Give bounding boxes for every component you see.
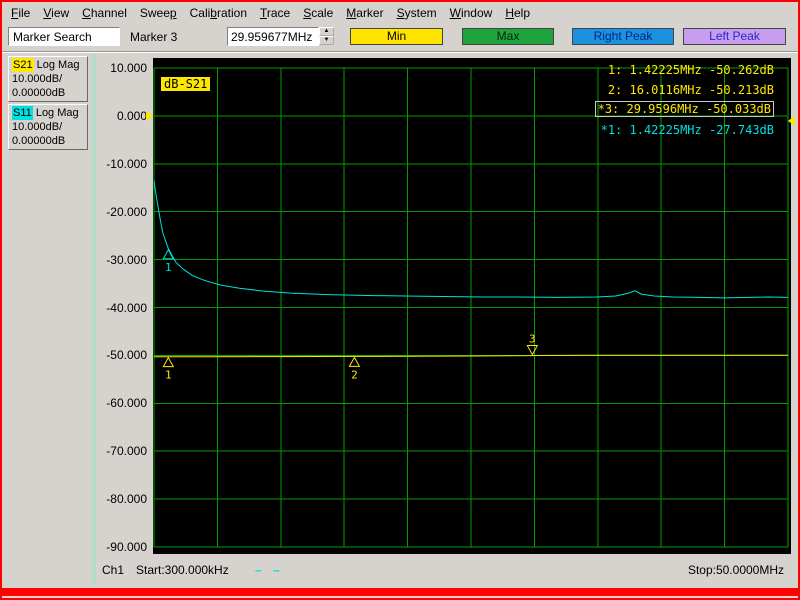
- marker-readout-2: 2: 16.0116MHz -50.213dB: [608, 83, 774, 97]
- marker-s21-3-triangle[interactable]: [527, 346, 537, 355]
- menu-bar: File View Channel Sweep Calibration Trace Scal…: [2, 2, 798, 24]
- marker-s21-2-triangle[interactable]: [349, 357, 359, 366]
- trace-info-s21[interactable]: S21 Log Mag10.000dB/0.00000dB: [8, 56, 88, 102]
- y-axis-tick-label: -20.000: [97, 205, 147, 219]
- y-axis-tick-label: -40.000: [97, 301, 147, 315]
- channel-label: Ch1: [102, 563, 124, 577]
- spinner-up-button[interactable]: ▲: [319, 27, 334, 36]
- marker-frequency-input[interactable]: [227, 27, 319, 46]
- menu-item-view[interactable]: View: [43, 6, 69, 20]
- trace-name-chip: S21: [12, 58, 34, 72]
- grid-lines: [154, 68, 788, 547]
- ref-level-pointer-right: [788, 116, 795, 126]
- trace-info-s11[interactable]: S11 Log Mag10.000dB/0.00000dB: [8, 104, 88, 150]
- trace-scale-value: 10.000dB/: [12, 72, 84, 86]
- trace-scale-value: 10.000dB/: [12, 120, 84, 134]
- menu-item-sweep[interactable]: Sweep: [140, 6, 177, 20]
- left-peak-button[interactable]: Left Peak: [683, 28, 786, 45]
- right-peak-button[interactable]: Right Peak: [572, 28, 674, 45]
- toolbar: Marker Search Marker 3 ▲ ▼ Min Max Right P…: [2, 24, 798, 51]
- splitter-handle[interactable]: [92, 54, 96, 584]
- frequency-spinner: ▲ ▼: [319, 27, 334, 46]
- y-axis-tick-label: -10.000: [97, 157, 147, 171]
- menu-item-help[interactable]: Help: [505, 6, 530, 20]
- spinner-down-button[interactable]: ▼: [319, 36, 334, 45]
- marker-search-dropdown[interactable]: Marker Search: [8, 27, 120, 46]
- trace-name-chip: S11: [12, 106, 33, 120]
- marker-readout-4: *1: 1.42225MHz -27.743dB: [601, 123, 774, 137]
- y-axis-tick-label: -30.000: [97, 253, 147, 267]
- trace-ref-value: 0.00000dB: [12, 134, 84, 148]
- start-frequency-label: Start:300.000kHz: [136, 563, 229, 577]
- menu-item-system[interactable]: System: [397, 6, 437, 20]
- bottom-red-bar: [2, 588, 798, 596]
- marker-s21-2-number: 2: [351, 368, 358, 381]
- marker-s21-1-triangle[interactable]: [163, 358, 173, 367]
- y-axis-tick-label: -90.000: [97, 540, 147, 554]
- toolbar-separator: [2, 51, 798, 53]
- menu-item-trace[interactable]: Trace: [260, 6, 290, 20]
- menu-item-marker[interactable]: Marker: [346, 6, 383, 20]
- y-axis-tick-label: -70.000: [97, 444, 147, 458]
- ref-level-pointer-left: [146, 111, 153, 121]
- menu-item-channel[interactable]: Channel: [82, 6, 127, 20]
- marker-s21-3-number: 3: [529, 333, 536, 346]
- y-axis-tick-label: 0.000: [97, 109, 147, 123]
- menu-item-window[interactable]: Window: [450, 6, 493, 20]
- marker-s11-1-number: 1: [165, 261, 172, 274]
- y-axis-tick-label: -80.000: [97, 492, 147, 506]
- vna-application-window: File View Channel Sweep Calibration Trace Scal…: [0, 0, 800, 600]
- y-axis-tick-label: -60.000: [97, 396, 147, 410]
- min-button[interactable]: Min: [350, 28, 443, 45]
- marker-readout-3: *3: 29.9596MHz -50.033dB: [595, 101, 774, 117]
- trace-ref-value: 0.00000dB: [12, 86, 84, 100]
- stop-frequency-label: Stop:50.0000MHz: [688, 563, 784, 577]
- trace-mode-line: S11 Log Mag: [12, 106, 84, 120]
- menu-item-scale[interactable]: Scale: [303, 6, 333, 20]
- marker-readout-1: 1: 1.42225MHz -50.262dB: [608, 63, 774, 77]
- plot-title: dB-S21: [161, 77, 210, 91]
- menu-item-file[interactable]: File: [11, 6, 30, 20]
- y-axis-tick-label: -50.000: [97, 348, 147, 362]
- y-axis-tick-label: 10.000: [97, 61, 147, 75]
- menu-item-calibration[interactable]: Calibration: [190, 6, 247, 20]
- plot-area[interactable]: 1 2 3 1 dB-S21 1: 1.42225MHz -50.262dB 2: 16…: [153, 58, 791, 554]
- max-button[interactable]: Max: [462, 28, 554, 45]
- trace-mode-line: S21 Log Mag: [12, 58, 84, 72]
- marker-s21-1-number: 1: [165, 369, 172, 382]
- marker-number-label: Marker 3: [130, 30, 177, 44]
- sweep-indicator: – –: [255, 563, 284, 577]
